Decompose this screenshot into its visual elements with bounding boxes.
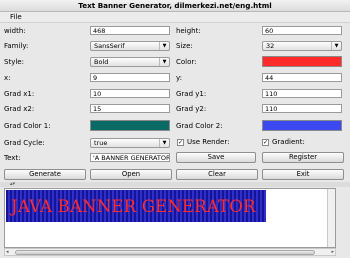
grad-x2-field[interactable]: 15 bbox=[90, 104, 170, 113]
scroll-right-icon[interactable]: ▸ bbox=[331, 249, 334, 255]
grad-x1-label: Grad x1: bbox=[4, 90, 35, 98]
chevron-down-icon: ▼ bbox=[159, 42, 169, 50]
color-swatch[interactable] bbox=[262, 56, 342, 67]
grad-x1-field[interactable]: 10 bbox=[90, 89, 170, 98]
y-field[interactable]: 44 bbox=[262, 73, 342, 82]
title-bar: Text Banner Generator, dilmerkezi.net/en… bbox=[0, 0, 350, 12]
height-label: height: bbox=[176, 27, 201, 35]
chevron-down-icon: ▼ bbox=[331, 42, 341, 50]
grad-color2-swatch[interactable] bbox=[262, 120, 342, 131]
grad-y1-label: Grad y1: bbox=[176, 90, 207, 98]
size-select[interactable]: 32 ▼ bbox=[262, 41, 342, 51]
banner-image: JAVA BANNER GENERATOR bbox=[6, 190, 266, 222]
grad-y1-field[interactable]: 110 bbox=[262, 89, 342, 98]
banner-preview: JAVA BANNER GENERATOR bbox=[4, 188, 336, 248]
use-render-label: Use Render: bbox=[187, 138, 230, 146]
save-button[interactable]: Save bbox=[176, 152, 256, 163]
open-button[interactable]: Open bbox=[90, 169, 172, 180]
horizontal-scrollbar[interactable]: ◂ ▸ bbox=[4, 248, 336, 256]
gradient-label: Gradient: bbox=[272, 138, 305, 146]
color-label: Color: bbox=[176, 58, 197, 66]
width-field[interactable]: 468 bbox=[90, 26, 170, 35]
grad-x2-label: Grad x2: bbox=[4, 105, 35, 113]
family-select-value: SansSerif bbox=[94, 42, 125, 50]
clear-button[interactable]: Clear bbox=[176, 169, 258, 180]
generate-button[interactable]: Generate bbox=[4, 169, 86, 180]
width-label: width: bbox=[4, 27, 26, 35]
app-window: Text Banner Generator, dilmerkezi.net/en… bbox=[0, 0, 350, 258]
grad-cycle-select-value: true bbox=[94, 139, 108, 147]
scrollbar-thumb[interactable] bbox=[15, 250, 315, 255]
size-label: Size: bbox=[176, 42, 193, 50]
height-field[interactable]: 60 bbox=[262, 26, 342, 35]
exit-button[interactable]: Exit bbox=[262, 169, 344, 180]
chevron-down-icon: ▼ bbox=[159, 58, 169, 66]
style-label: Style: bbox=[4, 58, 24, 66]
grad-color1-label: Grad Color 1: bbox=[4, 122, 51, 130]
y-label: y: bbox=[176, 74, 182, 82]
text-label: Text: bbox=[4, 154, 21, 162]
menu-bar: File bbox=[0, 12, 350, 23]
x-label: x: bbox=[4, 74, 11, 82]
use-render-checkbox[interactable]: ✓ bbox=[177, 139, 184, 146]
style-select-value: Bold bbox=[94, 58, 109, 66]
family-select[interactable]: SansSerif ▼ bbox=[90, 41, 170, 51]
style-select[interactable]: Bold ▼ bbox=[90, 57, 170, 67]
family-label: Family: bbox=[4, 42, 29, 50]
register-button[interactable]: Register bbox=[262, 152, 344, 163]
vertical-scrollbar[interactable] bbox=[327, 189, 335, 247]
text-field[interactable]: 'A BANNER GENERATOR bbox=[90, 153, 170, 162]
x-field[interactable]: 9 bbox=[90, 73, 170, 82]
grad-color1-swatch[interactable] bbox=[90, 120, 170, 131]
collapse-arrows-icon[interactable]: ▴▾ bbox=[10, 181, 15, 187]
gradient-checkbox[interactable]: ✓ bbox=[262, 139, 269, 146]
grad-color2-label: Grad Color 2: bbox=[176, 122, 223, 130]
scroll-left-icon[interactable]: ◂ bbox=[6, 249, 9, 255]
split-pane-divider[interactable]: ▴▾ bbox=[0, 181, 350, 187]
size-select-value: 32 bbox=[266, 42, 275, 50]
window-title: Text Banner Generator, dilmerkezi.net/en… bbox=[78, 1, 272, 10]
banner-text: JAVA BANNER GENERATOR bbox=[11, 197, 256, 216]
menu-file[interactable]: File bbox=[10, 13, 22, 21]
grad-y2-label: Grad y2: bbox=[176, 105, 207, 113]
grad-cycle-select[interactable]: true ▼ bbox=[90, 138, 170, 148]
grad-cycle-label: Grad Cycle: bbox=[4, 139, 45, 147]
grad-y2-field[interactable]: 110 bbox=[262, 104, 342, 113]
chevron-down-icon: ▼ bbox=[159, 139, 169, 147]
